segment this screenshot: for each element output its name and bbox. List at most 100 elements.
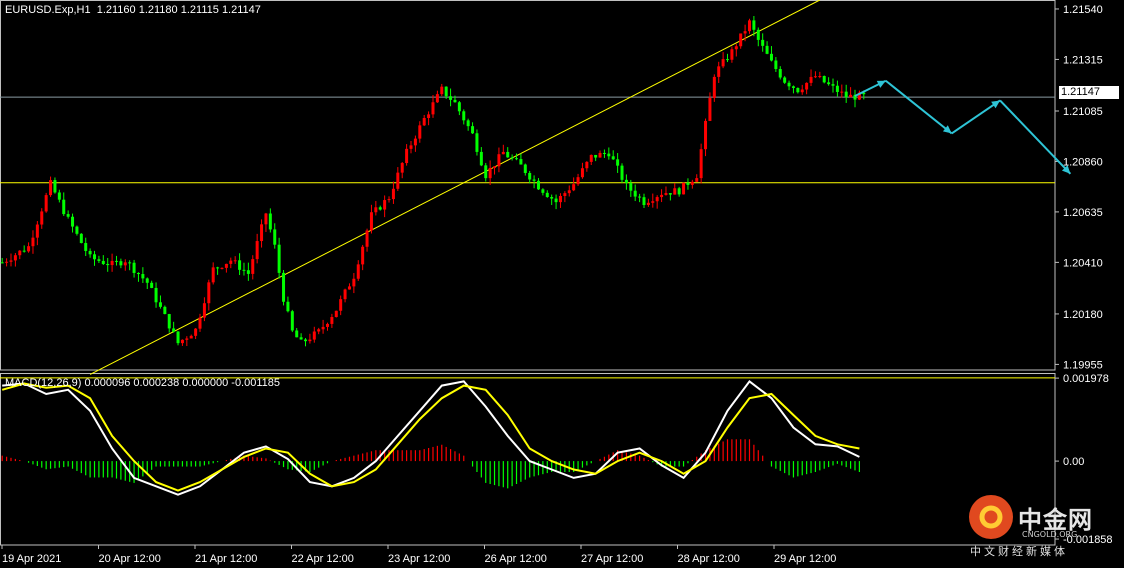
candle-body: [334, 310, 338, 318]
candle-body: [598, 152, 602, 158]
candle-body: [325, 323, 329, 327]
candle-body: [739, 33, 743, 47]
candle-body: [295, 330, 299, 338]
candle-body: [365, 230, 369, 247]
candle-body: [633, 190, 637, 197]
candle-body: [787, 82, 791, 87]
candle-body: [167, 314, 171, 329]
candle-body: [435, 94, 439, 103]
candle-body: [216, 267, 220, 269]
candle-body: [27, 246, 31, 252]
candle-body: [620, 165, 624, 180]
candle-body: [677, 188, 681, 195]
candle-body: [383, 200, 387, 210]
candle-body: [202, 303, 206, 318]
candle-body: [194, 328, 198, 336]
candle-body: [466, 120, 470, 127]
candle-body: [686, 182, 690, 185]
candle-body: [682, 182, 686, 195]
candle-body: [484, 165, 488, 179]
time-tick-label: 28 Apr 12:00: [678, 553, 740, 565]
candle-body: [330, 317, 334, 324]
candle-body: [501, 151, 505, 155]
candle-body: [462, 111, 466, 121]
candle-body: [251, 259, 255, 274]
candle-body: [704, 120, 708, 150]
candle-body: [123, 262, 127, 266]
candle-body: [708, 97, 712, 121]
candle-body: [172, 328, 176, 332]
candle-body: [765, 45, 769, 54]
candle-body: [242, 269, 246, 271]
candle-body: [207, 282, 211, 304]
candle-body: [721, 59, 725, 67]
candle-body: [128, 262, 132, 264]
candle-body: [611, 156, 615, 160]
candle-body: [114, 260, 118, 262]
candle-body: [163, 306, 167, 315]
candle-body: [717, 66, 721, 77]
forecast-arrow-segment: [951, 99, 1001, 135]
candle-body: [185, 338, 189, 340]
candle-body: [150, 282, 154, 288]
candle-body: [44, 195, 48, 212]
candle-body: [352, 278, 356, 287]
candle-body: [62, 199, 66, 215]
candle-body: [796, 87, 800, 93]
candle-body: [136, 272, 140, 275]
candle-body: [558, 195, 562, 203]
candle-body: [229, 260, 233, 264]
candle-body: [629, 182, 633, 191]
candle-body: [84, 243, 88, 251]
candle-body: [317, 329, 321, 332]
candle-body: [602, 152, 606, 154]
candle-body: [57, 192, 61, 200]
candle-body: [475, 133, 479, 152]
candle-body: [510, 157, 514, 159]
candle-body: [66, 214, 70, 217]
candle-body: [800, 89, 804, 93]
candle-body: [493, 166, 497, 168]
candle-body: [576, 177, 580, 185]
candle-body: [145, 278, 149, 283]
time-tick-label: 27 Apr 12:00: [581, 553, 643, 565]
candle-body: [730, 49, 734, 60]
candle-body: [668, 193, 672, 195]
candle-body: [361, 246, 365, 265]
candle-body: [304, 339, 308, 342]
candle-body: [532, 179, 536, 181]
candle-body: [572, 184, 576, 191]
candle-body: [106, 263, 110, 266]
macd-tick-label: 0.001978: [1063, 373, 1109, 385]
candle-body: [515, 158, 519, 160]
candle-body: [673, 188, 677, 195]
candle-body: [211, 267, 215, 283]
candle-body: [827, 82, 831, 85]
candle-body: [246, 270, 250, 274]
candle-body: [471, 126, 475, 134]
candle-body: [541, 189, 545, 193]
time-tick-label: 29 Apr 12:00: [774, 553, 836, 565]
candle-body: [528, 172, 532, 180]
candle-body: [339, 299, 343, 311]
candle-body: [154, 287, 158, 303]
price-chart-header: EURUSD.Exp,H1 1.21160 1.21180 1.21115 1.…: [5, 4, 261, 16]
candle-body: [9, 260, 13, 262]
candle-body: [747, 20, 751, 32]
candle-body: [422, 117, 426, 126]
candle-body: [189, 335, 193, 339]
candle-body: [831, 84, 835, 86]
candle-body: [299, 337, 303, 340]
candle-body: [31, 237, 35, 247]
candle-body: [783, 77, 787, 83]
watermark-subtitle: CNGOLD.ORG: [1022, 530, 1078, 539]
candle-body: [387, 199, 391, 201]
candle-body: [22, 250, 26, 252]
candle-body: [273, 229, 277, 245]
macd-header: MACD(12,26,9) 0.000096 0.000238 0.000000…: [5, 377, 281, 389]
candle-body: [664, 193, 668, 195]
candle-body: [312, 331, 316, 340]
candle-body: [220, 267, 224, 269]
candle-body: [260, 224, 264, 242]
candle-body: [110, 260, 114, 266]
